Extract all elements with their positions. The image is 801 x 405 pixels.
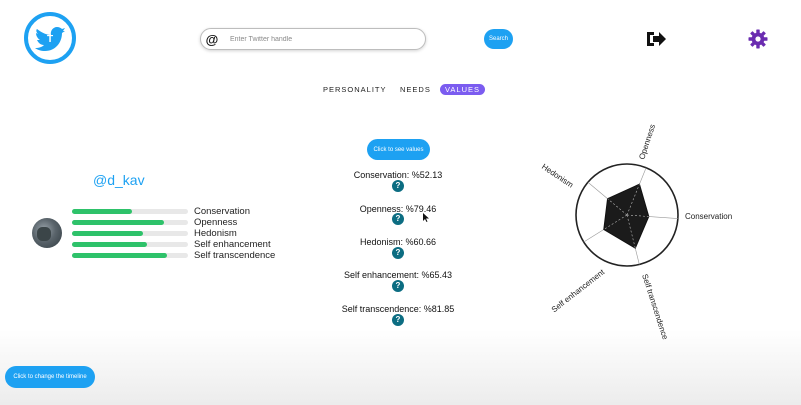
trait-bar-fill: [72, 231, 143, 236]
radar-axis-label: Self transcendence: [640, 273, 670, 341]
search-box[interactable]: @: [200, 28, 426, 50]
trait-label: Openness: [194, 217, 238, 228]
trait-bar-fill: [72, 253, 168, 258]
trait-label: Self transcendence: [194, 250, 276, 261]
search-button[interactable]: Search: [484, 29, 513, 49]
score-self-transcendence: Self transcendence: %81.85: [341, 304, 455, 314]
question-circle-icon[interactable]: ?: [392, 180, 404, 192]
search-input[interactable]: [230, 35, 420, 43]
tab-needs[interactable]: NEEDS: [400, 84, 431, 95]
trait-bar-fill: [72, 242, 148, 247]
trait-bar: [72, 220, 188, 225]
trait-bar-fill: [72, 220, 164, 225]
see-values-button[interactable]: Click to see values: [367, 139, 430, 160]
score-self-enhancement: Self enhancement: %65.43: [343, 270, 453, 280]
trait-bar: [72, 231, 188, 236]
question-circle-icon[interactable]: ?: [392, 280, 404, 292]
score-conservation: Conservation: %52.13: [353, 170, 443, 180]
radar-axis-label: Self enhancement: [550, 267, 607, 314]
values-radar-chart: Conservation Self transcendence Self enhan…: [540, 123, 732, 341]
change-timeline-button[interactable]: Click to change the timeline: [5, 366, 95, 388]
app-logo[interactable]: T: [24, 12, 76, 64]
mouse-cursor-icon: [423, 213, 429, 222]
radar-axis-label: Hedonism: [540, 162, 575, 190]
twitter-handle: @d_kav: [93, 172, 145, 188]
sign-out-icon[interactable]: [646, 30, 666, 48]
question-circle-icon[interactable]: ?: [392, 247, 404, 259]
trait-label: Self enhancement: [194, 239, 271, 250]
tab-values[interactable]: VALUES: [440, 84, 485, 95]
question-circle-icon[interactable]: ?: [392, 314, 404, 326]
at-sign: @: [205, 31, 219, 47]
trait-bar-fill: [72, 209, 133, 214]
gear-icon[interactable]: [748, 29, 768, 49]
trait-bar: [72, 242, 188, 247]
radar-axis-label: Conservation: [685, 212, 732, 221]
trait-bar: [72, 253, 188, 258]
twitter-bird-icon: T: [35, 27, 65, 51]
avatar: [32, 218, 62, 248]
svg-text:T: T: [47, 34, 53, 45]
tab-personality[interactable]: PERSONALITY: [323, 84, 387, 95]
radar-axis-label: Openness: [637, 123, 657, 160]
score-hedonism: Hedonism: %60.66: [359, 237, 437, 247]
question-circle-icon[interactable]: ?: [392, 213, 404, 225]
trait-label: Conservation: [194, 206, 250, 217]
trait-bar: [72, 209, 188, 214]
trait-label: Hedonism: [194, 228, 237, 239]
